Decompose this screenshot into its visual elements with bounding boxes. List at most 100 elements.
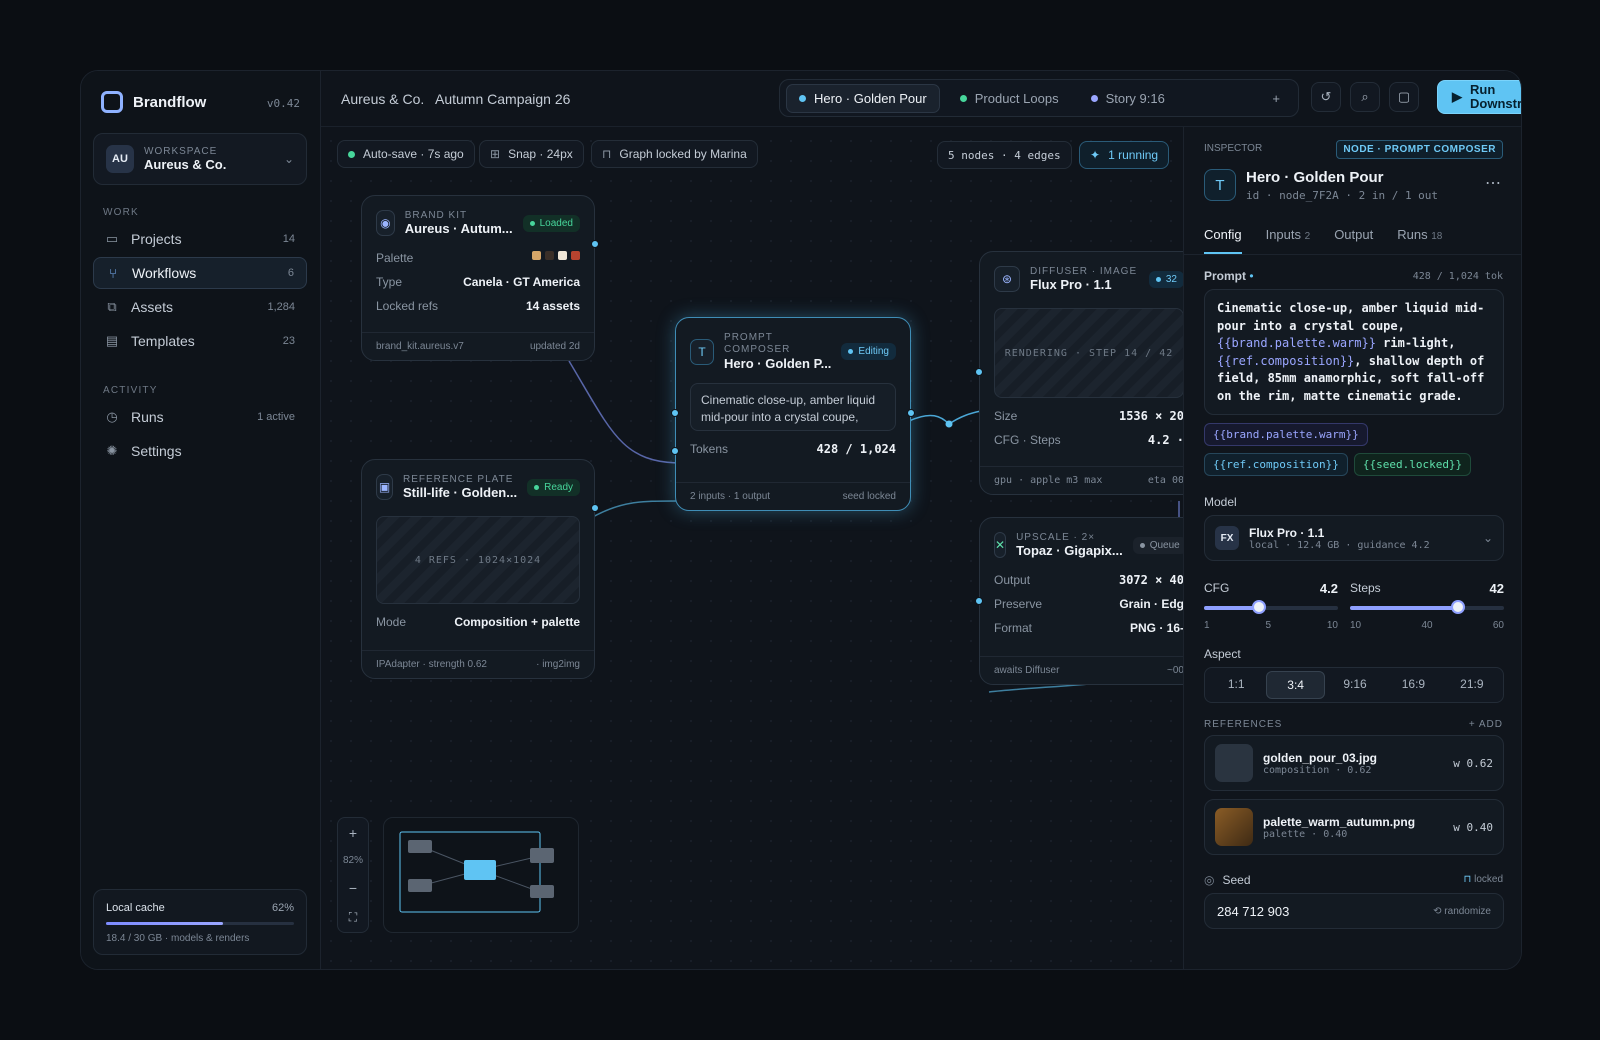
sidebar-item-runs[interactable]: ◷ Runs 1 active [93,401,307,433]
aspect-option-1-1[interactable]: 1:1 [1208,671,1264,699]
reference-item[interactable]: palette_warm_autumn.png palette · 0.40 w… [1204,799,1504,855]
palette-swatch [545,251,554,260]
brand-logo-icon [101,91,123,113]
aspect-option-21-9[interactable]: 21:9 [1444,671,1500,699]
aspect-selector: 1:1 3:4 9:16 16:9 21:9 [1204,667,1504,703]
variable-chips: {{brand.palette.warm}} [1204,423,1368,446]
tab-story-9-16[interactable]: Story 9:16 [1079,85,1177,112]
lock-icon: ⊓ [602,147,612,161]
preserve-label: Preserve [994,597,1043,611]
running-pill[interactable]: ✦ 1 running [1079,141,1170,169]
breadcrumb-project[interactable]: Autumn Campaign 26 [435,91,570,107]
node-upscale[interactable]: ✕ UPSCALE · 2× Topaz · Gigapix... Queue … [979,517,1199,685]
output-port[interactable] [907,409,915,417]
tokens-value: 428 / 1,024 [816,442,896,456]
model-select[interactable]: FX Flux Pro · 1.1 local · 12.4 GB · guid… [1204,515,1504,561]
node-reference-plate[interactable]: ▣ REFERENCE PLATE Still-life · Golden...… [361,459,595,679]
tab-runs[interactable]: Runs 18 [1397,215,1442,254]
variable-chip[interactable]: {{ref.composition}} [1204,453,1348,476]
run-downstream-button[interactable]: ▶Run Downstream ⌘⏎ ⌄ [1437,80,1521,114]
zoom-out-button[interactable]: − [349,880,357,896]
palette-swatch [571,251,580,260]
tab-status-dot [799,94,806,102]
cfg-control: CFG 4.2 1 5 10 [1204,581,1338,631]
snap-pill[interactable]: ⊞ Snap · 24px [479,140,584,168]
more-options-icon[interactable]: ⋯ [1485,173,1501,193]
sidebar-item-settings[interactable]: ✺ Settings [93,435,307,467]
render-preview: RENDERING · STEP 14 / 42 [994,308,1184,398]
node-prompt-composer[interactable]: T PROMPT COMPOSER Hero · Golden P... Edi… [675,317,911,511]
sidebar-item-assets[interactable]: ⧉ Assets 1,284 [93,291,307,323]
cache-detail: 18.4 / 30 GB · models & renders [106,933,250,944]
prompt-editor[interactable]: Cinematic close-up, amber liquid mid- po… [1204,289,1504,415]
reference-name: palette_warm_autumn.png [1263,814,1416,829]
cache-label: Local cache [106,902,165,914]
history-icon[interactable]: ↺ [1311,82,1341,112]
tab-config[interactable]: Config [1204,215,1242,254]
upscale-icon: ✕ [994,532,1007,558]
input-port[interactable] [975,597,983,605]
input-port[interactable] [671,409,679,417]
search-icon[interactable]: ⌕ [1350,82,1380,112]
tab-output[interactable]: Output [1334,215,1373,254]
tab-product-loops[interactable]: Product Loops [948,85,1071,112]
steps-slider[interactable] [1350,600,1504,614]
sidebar-item-projects[interactable]: ▭ Projects 14 [93,223,307,255]
inspector-title: Hero · Golden Pour [1246,169,1384,186]
breadcrumb-workspace[interactable]: Aureus & Co. [341,91,424,107]
variable-chip[interactable]: {{brand.palette.warm}} [1204,423,1368,446]
prompt-line: field, 85mm anamorphic, soft fall-off [1217,371,1485,385]
sidebar-item-label: Assets [131,299,174,315]
output-port[interactable] [591,240,599,248]
variable-chip[interactable]: {{seed.locked}} [1353,453,1472,476]
node-diffuser[interactable]: ⊛ DIFFUSER · IMAGE Flux Pro · 1.1 32 REN… [979,251,1199,495]
steps-slider-handle[interactable] [1450,600,1465,614]
steps-min: 10 [1350,620,1362,631]
cfg-value: 4.2 [1319,581,1338,596]
node-footer-left: gpu · apple m3 max [994,475,1103,486]
node-title: Topaz · Gigapix... [1016,543,1123,558]
reference-item[interactable]: golden_pour_03.jpg composition · 0.62 w … [1204,735,1504,791]
mode-label: Mode [376,615,407,629]
prompt-token-count: 428 / 1,024 tok [1412,271,1503,282]
randomize-button[interactable]: ⟲ randomize [1433,906,1491,917]
aspect-option-3-4[interactable]: 3:4 [1266,671,1325,699]
tab-hero-golden-pour[interactable]: Hero · Golden Pour [786,83,940,113]
tokens-label: Tokens [690,442,729,456]
prompt-preview[interactable]: Cinematic close-up, amber liquid mid-pou… [690,383,896,431]
seed-input[interactable]: 284 712 903 ⟲ randomize [1204,893,1504,929]
cache-progress-bar [106,922,294,925]
comment-icon[interactable]: ▢ [1389,82,1419,112]
cfg-slider-handle[interactable] [1251,600,1266,614]
input-port[interactable] [975,368,983,376]
sidebar-item-templates[interactable]: ▤ Templates 23 [93,325,307,357]
tab-inputs[interactable]: Inputs 2 [1266,215,1311,254]
workspace-switcher[interactable]: AU WORKSPACE Aureus & Co. ⌄ [93,133,307,185]
aspect-option-16-9[interactable]: 16:9 [1385,671,1441,699]
cfg-slider[interactable] [1204,600,1338,614]
chevron-down-icon: ⌄ [283,152,294,166]
sidebar-item-workflows[interactable]: ⑂ Workflows 6 [93,257,307,289]
steps-mid: 40 [1421,620,1433,631]
aspect-option-9-16[interactable]: 9:16 [1327,671,1383,699]
output-port[interactable] [591,504,599,512]
input-port[interactable] [671,447,679,455]
lock-pill[interactable]: ⊓ Graph locked by Marina [591,140,758,168]
add-reference-button[interactable]: + ADD [1469,719,1503,730]
mode-value: Composition + palette [454,615,580,629]
gear-icon: ✺ [106,443,118,458]
zoom-in-button[interactable]: + [349,825,357,841]
cfg-steps-value: 4.2 · [1147,433,1184,447]
node-footer-right: · img2img [536,659,580,670]
fit-view-icon[interactable]: ⛶ [349,910,357,925]
workflow-tabs: Hero · Golden Pour Product Loops Story 9… [779,79,1299,117]
reference-weight: w 0.62 [1453,756,1493,770]
status-badge: Editing [841,343,896,360]
running-text: 1 running [1108,148,1159,162]
minimap[interactable] [383,817,579,933]
add-tab-button[interactable]: + [1260,85,1292,112]
brand[interactable]: Brandflow [101,91,206,113]
graph-canvas[interactable]: Auto-save · 7s ago ⊞ Snap · 24px ⊓ Graph… [321,71,1199,969]
clock-icon: ◷ [106,409,118,424]
node-brand-kit[interactable]: ◉ BRAND KIT Aureus · Autum... Loaded Pal… [361,195,595,361]
